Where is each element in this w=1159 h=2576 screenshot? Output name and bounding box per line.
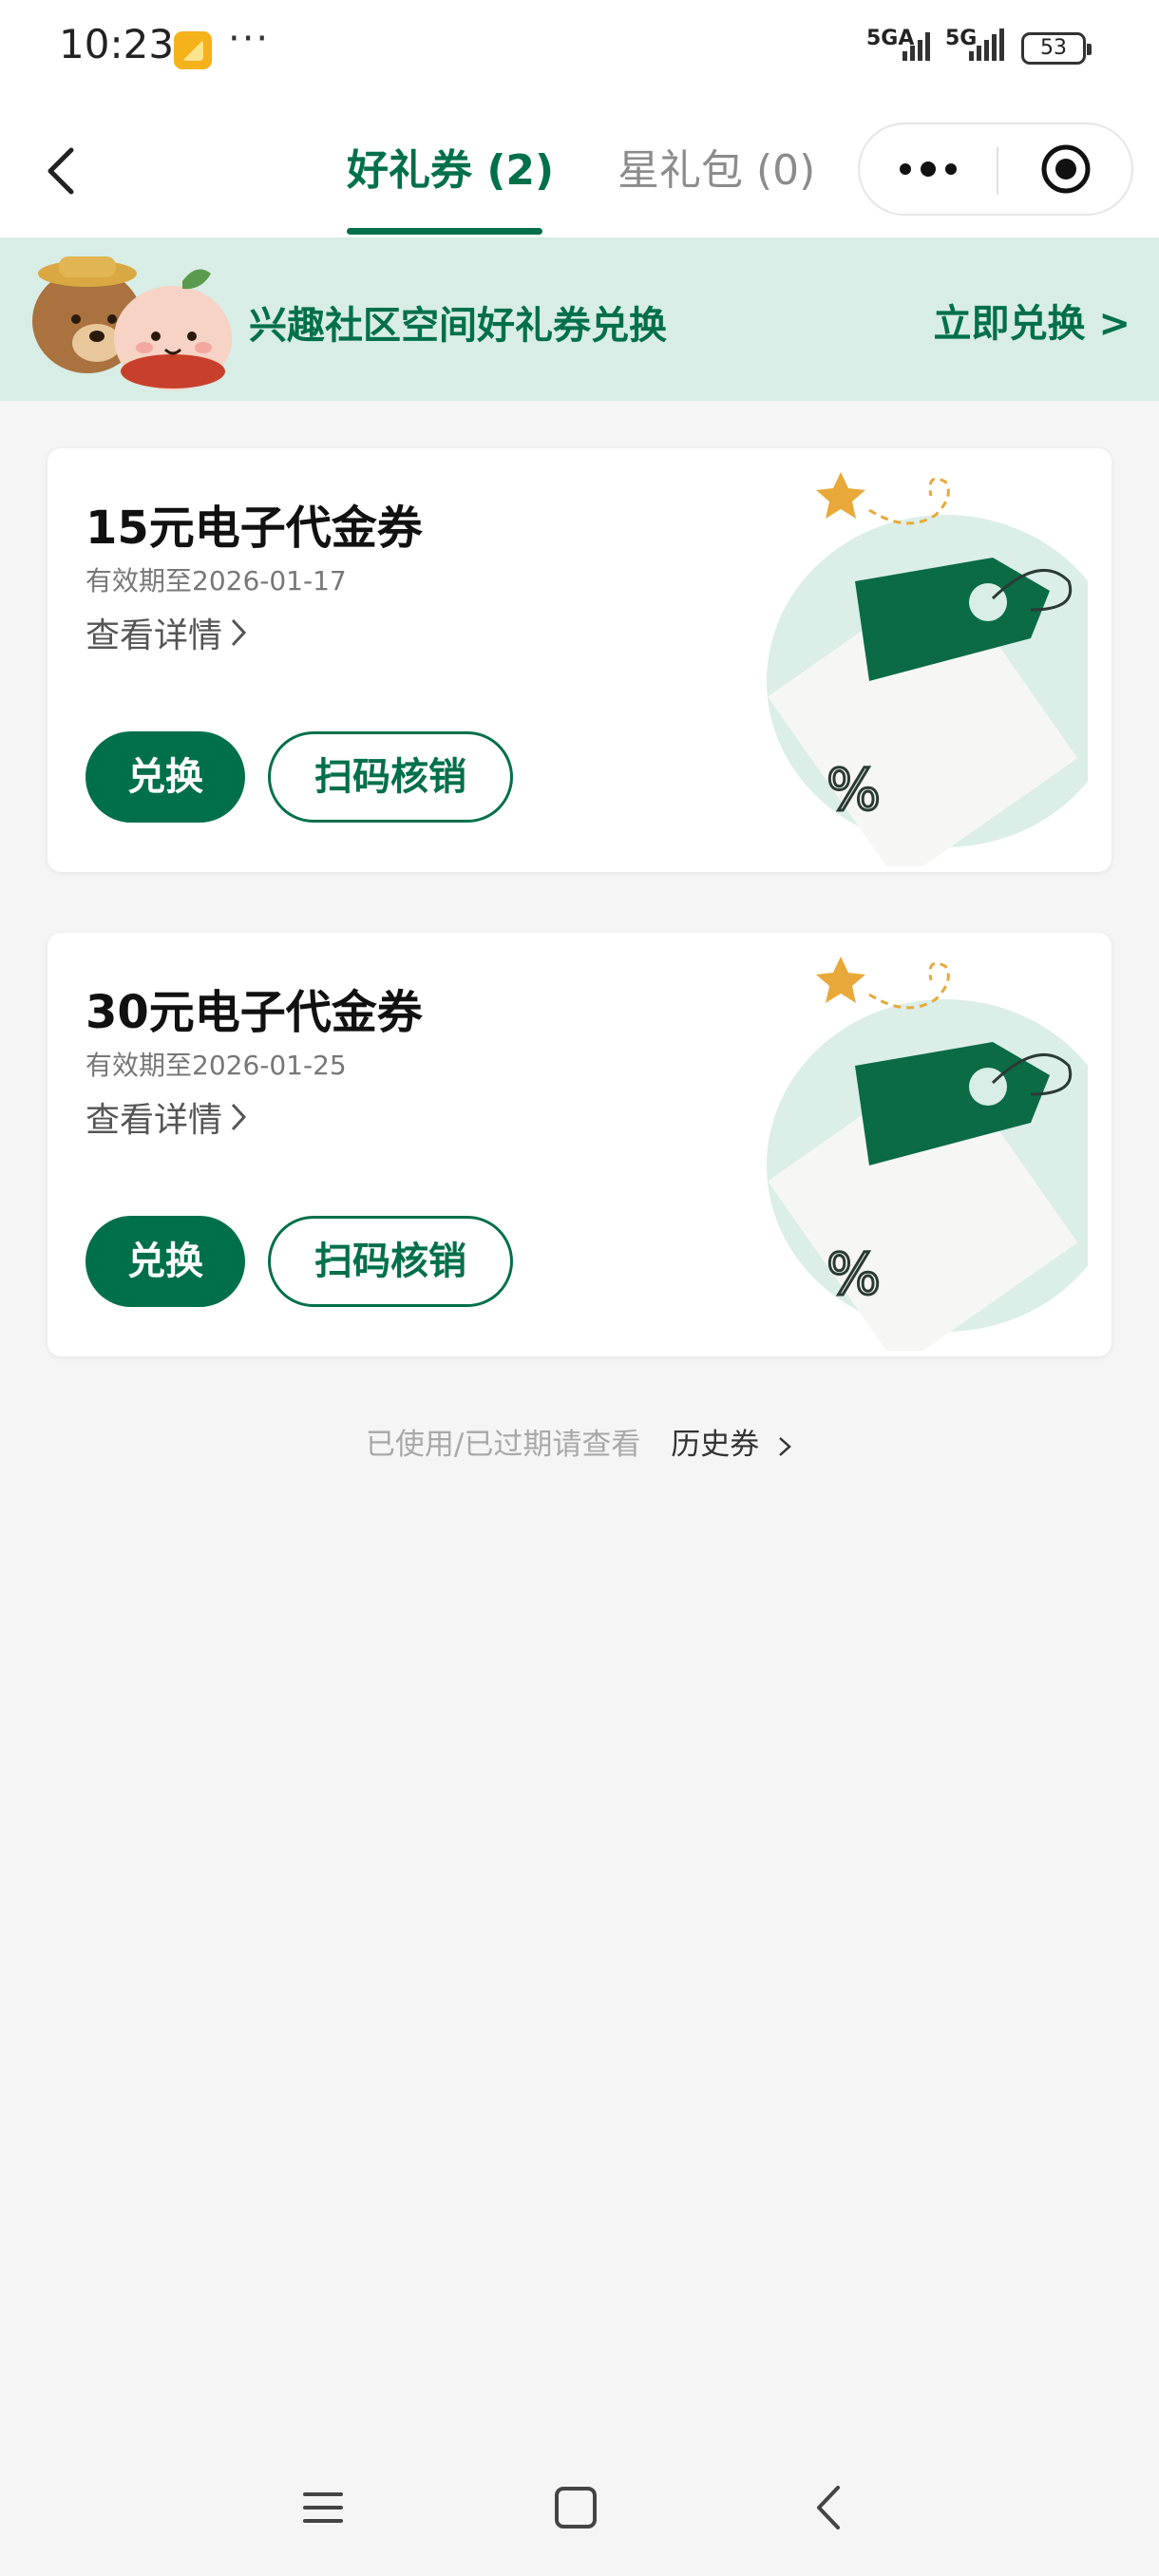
scan-verify-button[interactable]: 扫码核销 <box>268 1216 513 1307</box>
redeem-button[interactable]: 兑换 <box>86 1216 245 1307</box>
banner-title: 兴趣社区空间好礼券兑换 <box>249 304 667 348</box>
home-square-icon <box>555 2487 597 2529</box>
coupon-expiry: 有效期至2026-01-25 <box>86 1050 347 1081</box>
notification-app-icon <box>174 31 212 69</box>
back-arrow-icon <box>817 2486 840 2529</box>
signal-icon <box>902 32 930 61</box>
history-coupons-row: 已使用/已过期请查看 历史券 <box>0 1420 1159 1463</box>
more-button[interactable] <box>860 124 997 214</box>
chevron-right-icon <box>231 618 247 647</box>
status-time: 10:23 <box>59 21 175 67</box>
chevron-right-icon <box>231 1103 247 1131</box>
mini-program-capsule <box>858 123 1133 216</box>
back-button[interactable] <box>28 138 95 204</box>
redeem-banner[interactable]: 兴趣社区空间好礼券兑换 立即兑换 > <box>0 237 1159 401</box>
close-circle-icon <box>1041 144 1091 194</box>
home-button[interactable] <box>538 2470 614 2546</box>
close-button[interactable] <box>998 124 1133 214</box>
view-details-link[interactable]: 查看详情 <box>86 608 249 657</box>
coupon-expiry: 有效期至2026-01-17 <box>86 565 347 597</box>
scan-verify-button[interactable]: 扫码核销 <box>268 731 513 823</box>
menu-icon <box>303 2492 343 2523</box>
coupon-title: 30元电子代金券 <box>86 986 423 1039</box>
signal-icon <box>969 28 1004 61</box>
tab-coupons[interactable]: 好礼券 (2) <box>347 138 554 204</box>
redeem-button[interactable]: 兑换 <box>86 731 245 823</box>
mascot-illustration <box>32 256 232 390</box>
redeem-now-link[interactable]: 立即兑换 > <box>934 293 1130 348</box>
system-nav-bar <box>0 2451 1159 2565</box>
tab-star-packs[interactable]: 星礼包 (0) <box>618 138 815 204</box>
coupon-tag-illustration: % <box>767 957 1088 1351</box>
view-details-label: 查看详情 <box>86 1101 223 1140</box>
status-bar: 10:23 ··· 5GA 5G 53 <box>0 0 1159 100</box>
header: 好礼券 (2) 星礼包 (0) <box>0 100 1159 237</box>
back-arrow-icon <box>48 147 74 195</box>
coupon-tag-illustration: % <box>767 472 1088 866</box>
coupon-card: 30元电子代金券 有效期至2026-01-25 查看详情 兑换 扫码核销 % <box>48 933 1112 1356</box>
recent-apps-button[interactable] <box>285 2470 361 2546</box>
history-hint: 已使用/已过期请查看 <box>365 1428 641 1462</box>
chevron-right-icon <box>779 1436 791 1456</box>
view-details-label: 查看详情 <box>86 616 223 655</box>
system-back-button[interactable] <box>790 2470 866 2546</box>
status-more-dots: ··· <box>228 17 271 61</box>
svg-text:%: % <box>826 757 881 824</box>
history-coupons-link[interactable]: 历史券 <box>671 1428 793 1462</box>
history-coupons-label: 历史券 <box>671 1428 760 1462</box>
view-details-link[interactable]: 查看详情 <box>86 1092 249 1142</box>
coupon-title: 15元电子代金券 <box>86 502 423 555</box>
battery-icon: 53 <box>1021 32 1092 65</box>
active-tab-indicator <box>347 228 542 235</box>
svg-text:%: % <box>826 1241 881 1308</box>
coupon-card: 15元电子代金券 有效期至2026-01-17 查看详情 兑换 扫码核销 % <box>48 448 1112 872</box>
more-dots-icon <box>900 161 957 177</box>
